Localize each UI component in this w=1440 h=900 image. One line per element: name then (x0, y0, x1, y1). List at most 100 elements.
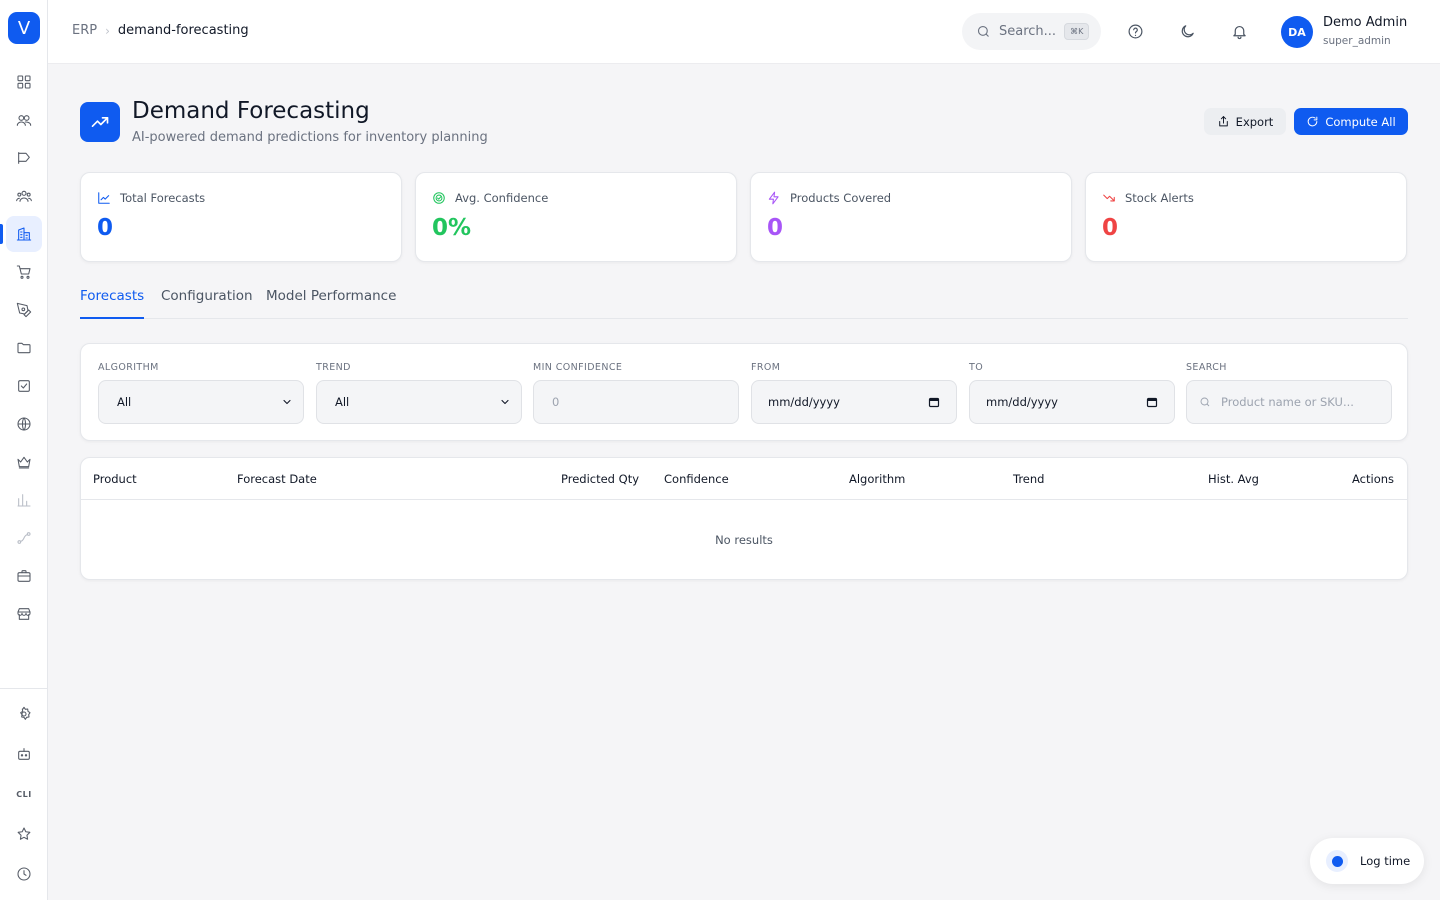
product-search-placeholder: Product name or SKU... (1221, 395, 1354, 409)
min-confidence-placeholder: 0 (552, 395, 560, 409)
sidebar-item-tasks[interactable] (6, 368, 42, 404)
bot-icon (18, 748, 30, 760)
star-icon (17, 827, 31, 840)
stat-value: 0 (767, 215, 784, 241)
sidebar-item-dashboard[interactable] (6, 64, 42, 100)
chevron-right-icon: › (105, 23, 110, 38)
sidebar-item-assistant[interactable] (6, 736, 42, 772)
sidebar-item-commerce[interactable] (6, 254, 42, 290)
calendar-icon[interactable] (1146, 396, 1158, 408)
sidebar-item-marketing[interactable] (6, 140, 42, 176)
search-filter-label: SEARCH (1186, 362, 1227, 373)
column-header-forecast-date[interactable]: Forecast Date (237, 472, 317, 486)
refresh-icon (1308, 116, 1318, 127)
stat-label: Stock Alerts (1125, 191, 1194, 205)
breadcrumb-root[interactable]: ERP (72, 23, 97, 38)
column-header-trend[interactable]: Trend (1013, 472, 1044, 486)
column-header-algorithm[interactable]: Algorithm (849, 472, 905, 486)
search-icon (977, 25, 989, 37)
sidebar-item-jobs[interactable] (6, 558, 42, 594)
sidebar-item-premium[interactable] (6, 444, 42, 480)
column-header-hist-avg[interactable]: Hist. Avg (1208, 472, 1259, 486)
tab-model-performance[interactable]: Model Performance (266, 288, 396, 319)
notifications-button[interactable] (1228, 20, 1250, 42)
sidebar-divider (0, 688, 48, 689)
top-header: ERP › demand-forecasting Search... ⌘K DA… (48, 0, 1440, 64)
avatar[interactable]: DA (1281, 16, 1313, 48)
column-header-predicted-qty[interactable]: Predicted Qty (561, 472, 639, 486)
sidebar-item-analytics[interactable] (6, 482, 42, 518)
sidebar-item-favorites[interactable] (6, 816, 42, 852)
column-header-product[interactable]: Product (93, 472, 137, 486)
from-date-placeholder: mm/dd/yyyy (768, 395, 840, 409)
algorithm-select[interactable]: All (98, 380, 304, 424)
sidebar-item-design[interactable] (6, 292, 42, 328)
table-header: Product Forecast Date Predicted Qty Conf… (81, 458, 1407, 500)
logo-letter: V (17, 17, 31, 39)
sidebar-item-contacts[interactable] (6, 102, 42, 138)
users-icon (16, 115, 32, 126)
sidebar-item-settings[interactable] (6, 696, 42, 732)
trend-label: TREND (316, 362, 351, 373)
trend-line-icon (98, 192, 110, 204)
algorithm-value: All (117, 395, 132, 409)
breadcrumb: ERP › demand-forecasting (72, 23, 249, 38)
sidebar-item-routes[interactable] (6, 520, 42, 556)
tab-bar: Forecasts Configuration Model Performanc… (80, 286, 1408, 319)
export-button[interactable]: Export (1204, 108, 1286, 135)
chevron-down-icon (283, 399, 291, 405)
help-icon (1128, 24, 1142, 38)
briefcase-icon (17, 570, 31, 582)
stat-label-row: Total Forecasts (97, 191, 205, 205)
to-date-input[interactable]: mm/dd/yyyy (969, 380, 1175, 424)
help-button[interactable] (1124, 20, 1146, 42)
globe-icon (17, 417, 31, 431)
bell-icon (1232, 25, 1246, 39)
stat-value: 0 (97, 215, 114, 241)
algorithm-label: ALGORITHM (98, 362, 159, 373)
moon-icon (1181, 24, 1194, 37)
sidebar-item-store[interactable] (6, 596, 42, 632)
timer-icon (1326, 850, 1348, 872)
search-placeholder: Search... (999, 24, 1057, 39)
share-icon (1218, 116, 1228, 127)
stat-card-total-forecasts: Total Forecasts 0 (80, 172, 402, 262)
calendar-icon[interactable] (928, 396, 940, 408)
theme-toggle-button[interactable] (1176, 20, 1198, 42)
app-logo[interactable]: V (8, 12, 40, 44)
team-icon (16, 190, 32, 202)
cart-icon (16, 265, 31, 279)
tab-configuration[interactable]: Configuration (161, 288, 253, 319)
log-time-label: Log time (1360, 854, 1411, 868)
sidebar-item-team[interactable] (6, 178, 42, 214)
megaphone-icon (18, 152, 30, 164)
export-label: Export (1235, 114, 1274, 129)
log-time-button[interactable]: Log time (1310, 838, 1424, 884)
compute-all-button[interactable]: Compute All (1294, 108, 1408, 135)
sidebar-item-files[interactable] (6, 330, 42, 366)
column-header-confidence[interactable]: Confidence (664, 472, 729, 486)
tab-forecasts[interactable]: Forecasts (80, 288, 145, 319)
trend-value: All (335, 395, 350, 409)
stat-label-row: Products Covered (767, 191, 891, 205)
compute-label: Compute All (1325, 114, 1396, 129)
route-icon (17, 532, 31, 544)
sidebar-item-website[interactable] (6, 406, 42, 442)
breadcrumb-current: demand-forecasting (117, 23, 249, 38)
sidebar-item-cli[interactable]: CLI (6, 776, 42, 812)
avatar-initials: DA (1288, 25, 1306, 39)
stat-label-row: Stock Alerts (1102, 191, 1194, 205)
pen-tool-icon (16, 302, 32, 318)
trend-select[interactable]: All (316, 380, 522, 424)
global-search[interactable]: Search... ⌘K (962, 13, 1101, 50)
sidebar-item-history[interactable] (6, 856, 42, 892)
user-name[interactable]: Demo Admin (1323, 15, 1407, 30)
column-header-actions: Actions (1352, 472, 1395, 486)
from-date-input[interactable]: mm/dd/yyyy (751, 380, 957, 424)
page-icon (80, 102, 120, 142)
product-search-input[interactable]: Product name or SKU... (1186, 380, 1392, 424)
stat-label-row: Avg. Confidence (432, 191, 548, 205)
min-confidence-input[interactable]: 0 (533, 380, 739, 424)
sidebar-item-erp[interactable] (6, 216, 42, 252)
search-shortcut-badge: ⌘K (1064, 23, 1090, 40)
